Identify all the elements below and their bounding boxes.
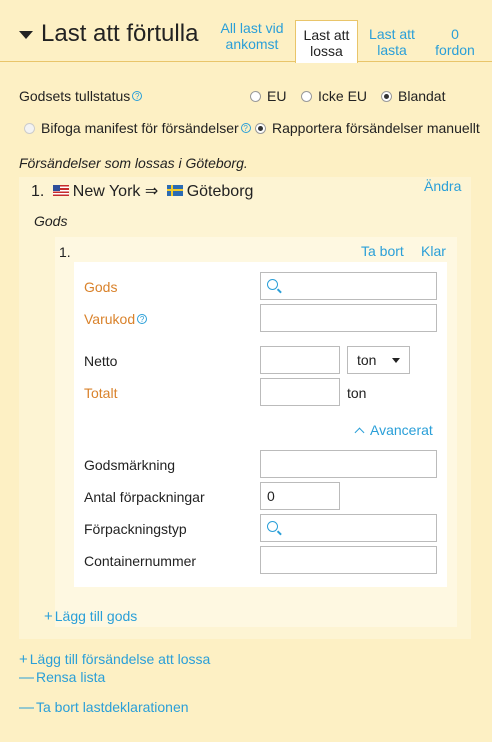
plus-icon: + — [44, 608, 53, 625]
help-icon[interactable]: ? — [240, 123, 251, 133]
marking-input[interactable] — [260, 450, 437, 478]
customs-status-label: Godsets tullstatus? — [19, 88, 143, 104]
done-button[interactable]: Klar — [421, 243, 446, 259]
radio-circle-icon[interactable] — [250, 91, 261, 102]
tab-vehicles[interactable]: 0 fordon — [428, 20, 482, 58]
radio-eu[interactable]: EU — [250, 88, 286, 104]
us-flag-icon — [52, 185, 69, 196]
totalt-label: Totalt — [84, 385, 118, 401]
container-input[interactable] — [260, 546, 437, 574]
radio-checked-icon[interactable] — [381, 91, 392, 102]
help-icon[interactable]: ? — [137, 314, 148, 324]
caret-down-icon — [392, 358, 400, 363]
remove-declaration-link[interactable]: — Ta bort lastdeklarationen — [19, 699, 189, 716]
package-count-input[interactable]: 0 — [260, 482, 340, 510]
totalt-unit: ton — [347, 385, 367, 401]
package-count-label: Antal förpackningar — [84, 489, 205, 505]
goods-item-number: 1. — [59, 244, 71, 260]
clear-list-link[interactable]: — Rensa lista — [19, 669, 105, 686]
add-goods-link[interactable]: + Lägg till gods — [44, 608, 137, 625]
netto-label: Netto — [84, 353, 118, 369]
gods-label: Gods — [84, 279, 118, 295]
netto-unit-select[interactable]: ton — [347, 346, 410, 374]
shipments-heading: Försändelser som lossas i Göteborg. — [19, 155, 248, 171]
remove-goods-button[interactable]: Ta bort — [361, 243, 404, 259]
radio-mixed[interactable]: Blandat — [381, 88, 445, 104]
change-link[interactable]: Ändra — [424, 178, 461, 194]
goods-heading: Gods — [34, 213, 68, 229]
marking-label: Godsmärkning — [84, 457, 176, 473]
help-icon[interactable]: ? — [132, 91, 143, 101]
package-type-label: Förpackningstyp — [84, 521, 187, 537]
radio-attach-manifest[interactable]: Bifoga manifest för försändelser? — [24, 120, 251, 136]
tab-all-cargo[interactable]: All last vid ankomst — [217, 20, 287, 52]
add-shipment-link[interactable]: + Lägg till försändelse att lossa — [19, 651, 210, 668]
tab-cargo-load[interactable]: Last att lasta — [362, 20, 422, 58]
radio-checked-icon[interactable] — [255, 123, 266, 134]
header: Last att förtulla All last vid ankomst L… — [0, 0, 492, 63]
advanced-toggle[interactable]: Avancerat — [354, 422, 433, 438]
minus-icon: — — [19, 669, 34, 686]
varukod-label: Varukod? — [84, 311, 148, 327]
shipment-route: 1. New York ⇒ Göteborg — [31, 183, 254, 200]
minus-icon: — — [19, 699, 34, 716]
gods-search-input[interactable] — [260, 272, 437, 300]
package-type-search-input[interactable] — [260, 514, 437, 542]
totalt-input[interactable] — [260, 378, 340, 406]
plus-icon: + — [19, 651, 28, 668]
varukod-input[interactable] — [260, 304, 437, 332]
search-icon — [267, 521, 278, 532]
radio-circle-icon[interactable] — [24, 123, 35, 134]
container-label: Containernummer — [84, 553, 197, 569]
chevron-up-icon — [354, 427, 365, 438]
radio-circle-icon[interactable] — [301, 91, 312, 102]
tab-cargo-unload[interactable]: Last att lossa — [295, 20, 358, 63]
radio-report-manual[interactable]: Rapportera försändelser manuellt — [255, 120, 480, 136]
sweden-flag-icon — [166, 185, 183, 196]
caret-down-icon[interactable] — [19, 31, 33, 39]
netto-input[interactable] — [260, 346, 340, 374]
radio-non-eu[interactable]: Icke EU — [301, 88, 367, 104]
page-title[interactable]: Last att förtulla — [19, 20, 198, 48]
search-icon — [267, 279, 278, 290]
